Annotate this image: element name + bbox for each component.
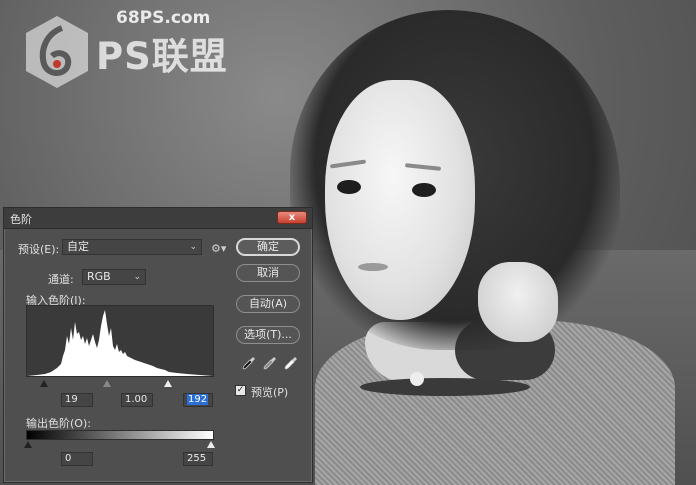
output-white-field[interactable]: 255 <box>183 452 213 466</box>
channel-select[interactable]: RGB ⌄ <box>82 269 146 285</box>
ok-button[interactable]: 确定 <box>236 238 300 256</box>
output-gradient <box>26 430 214 440</box>
channel-value: RGB <box>87 270 111 283</box>
gray-eyedropper-icon[interactable] <box>263 356 277 370</box>
output-black-field[interactable]: 0 <box>61 452 93 466</box>
ok-button-label: 确定 <box>257 240 279 253</box>
photo-hand <box>478 262 558 342</box>
options-button-label: 选项(T)... <box>244 328 292 341</box>
close-icon: x <box>288 212 296 223</box>
histogram <box>26 305 214 377</box>
cancel-button[interactable]: 取消 <box>236 264 300 282</box>
white-eyedropper-icon[interactable] <box>284 356 298 370</box>
input-gamma-field[interactable]: 1.00 <box>121 393 153 407</box>
chevron-down-icon: ⌄ <box>133 272 141 282</box>
preset-label: 预设(E): <box>18 243 60 256</box>
input-black-value: 19 <box>65 394 78 405</box>
auto-button-label: 自动(A) <box>248 297 288 310</box>
cancel-button-label: 取消 <box>257 266 279 279</box>
input-gamma-value: 1.00 <box>125 394 148 405</box>
auto-button[interactable]: 自动(A) <box>236 295 300 313</box>
output-levels-label: 输出色阶(O): <box>26 417 91 430</box>
black-point-slider[interactable] <box>40 380 48 387</box>
output-white-value: 255 <box>187 453 207 464</box>
photo-shirt-button <box>410 372 424 386</box>
input-slider-track[interactable] <box>26 378 214 388</box>
watermark-url: 68PS.com <box>116 8 211 28</box>
histogram-graph <box>27 310 213 376</box>
preset-select[interactable]: 自定 ⌄ <box>62 239 202 255</box>
watermark-brand: PS联盟 <box>96 35 228 78</box>
photo-face <box>325 80 475 320</box>
preset-value: 自定 <box>67 240 89 253</box>
gear-icon[interactable]: ⚙▾ <box>211 242 226 255</box>
photo-eye-right <box>412 183 436 197</box>
preview-checkbox[interactable]: ✓ <box>235 385 246 396</box>
photo-neckband <box>360 378 530 396</box>
gamma-slider[interactable] <box>103 380 111 387</box>
output-black-slider[interactable] <box>24 441 32 448</box>
channel-label: 通道: <box>48 273 74 286</box>
input-white-value: 192 <box>187 394 209 405</box>
close-button[interactable]: x <box>277 211 307 224</box>
chevron-down-icon: ⌄ <box>189 242 197 252</box>
dialog-titlebar[interactable]: 色阶 x <box>4 208 312 229</box>
input-white-field[interactable]: 192 <box>183 393 213 407</box>
checkmark-icon: ✓ <box>236 385 245 395</box>
levels-dialog: 色阶 x 预设(E): 自定 ⌄ ⚙▾ 通道: RGB ⌄ 输入色阶(I): 1… <box>3 207 313 483</box>
output-white-slider[interactable] <box>207 441 215 448</box>
preview-label: 预览(P) <box>251 386 289 399</box>
dialog-title: 色阶 <box>10 213 32 226</box>
black-eyedropper-icon[interactable] <box>242 356 256 370</box>
white-point-slider[interactable] <box>164 380 172 387</box>
watermark-logo-icon <box>26 16 88 88</box>
photo-mouth <box>358 263 388 271</box>
input-black-field[interactable]: 19 <box>61 393 93 407</box>
photo-eye-left <box>337 180 361 194</box>
options-button[interactable]: 选项(T)... <box>236 326 300 344</box>
output-black-value: 0 <box>65 453 72 464</box>
